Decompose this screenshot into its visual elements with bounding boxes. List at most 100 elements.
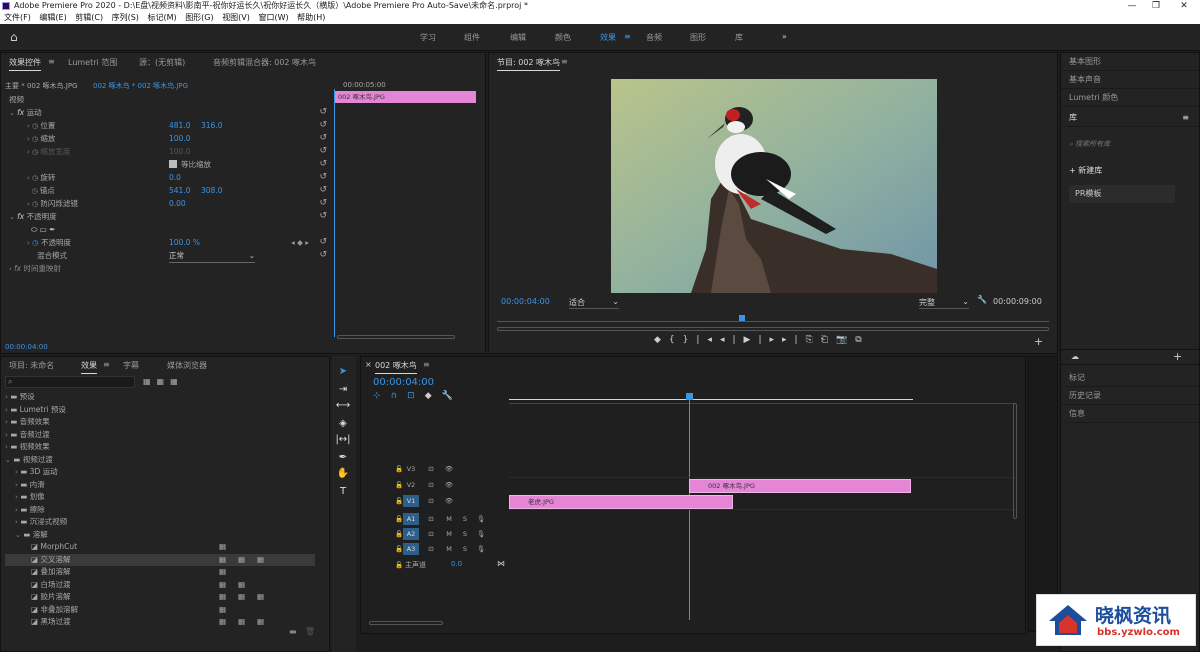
menu-view[interactable]: 视图(V) (222, 13, 250, 22)
tree-dip-white[interactable]: ◪ 白场过渡 ▦ ▦ (5, 579, 315, 591)
ec-playhead[interactable] (334, 89, 335, 337)
position-y-value[interactable]: 316.0 (201, 119, 222, 132)
tab-lumetri-scopes[interactable]: Lumetri 范围 (68, 57, 117, 68)
ec-timecode[interactable]: 00:00:04:00 (5, 343, 48, 351)
anchor-x-value[interactable]: 541.0 (169, 184, 190, 197)
reset-icon[interactable]: ↺ (319, 184, 327, 197)
reset-icon[interactable]: ↺ (319, 171, 327, 184)
ws-effects[interactable]: 效果 (600, 32, 616, 43)
program-menu-icon[interactable]: ≡ (561, 57, 568, 66)
mic-icon[interactable]: 🎙 (473, 528, 489, 540)
ec-clip-bar[interactable]: 002 啄木鸟.JPG (335, 91, 476, 103)
tab-effects[interactable]: 效果 (81, 360, 97, 374)
program-scrollbar[interactable] (497, 327, 1049, 331)
menu-markers[interactable]: 标记(M) (147, 13, 176, 22)
tree-video-transitions[interactable]: ⌄ ▬ 视频过渡 (5, 454, 315, 466)
panel-libraries[interactable]: 库 ≡ (1061, 109, 1199, 127)
solo-button[interactable]: S (457, 513, 473, 525)
mark-out-icon[interactable]: } (683, 335, 697, 345)
tree-wipe[interactable]: › ▬ 擦除 (5, 504, 315, 516)
library-search[interactable]: ⌕ 搜索所有库 (1069, 139, 1193, 153)
menu-graphics[interactable]: 图形(G) (185, 13, 213, 22)
pen-mask-icon[interactable]: ✒ (49, 225, 55, 234)
uniform-scale-checkbox[interactable] (169, 160, 177, 168)
time-remap-row[interactable]: › fx 时间重映射 (9, 262, 331, 275)
quality-select[interactable]: 完整 ⌄ (919, 297, 969, 309)
track-a1-label[interactable]: A1 (403, 513, 419, 525)
program-title[interactable]: 节目: 002 啄木鸟 (497, 57, 561, 71)
mic-icon[interactable]: 🎙 (473, 543, 489, 555)
snap-icon[interactable]: ∩ (391, 391, 408, 401)
ellipse-mask-icon[interactable]: ⬭ (31, 225, 37, 234)
track-v1-label[interactable]: V1 (403, 495, 419, 507)
tree-slide[interactable]: › ▬ 内滑 (5, 479, 315, 491)
panel-markers[interactable]: 标记 (1061, 369, 1199, 387)
tree-3d-motion[interactable]: › ▬ 3D 运动 (5, 466, 315, 478)
sync-icon[interactable]: ⊡ (423, 495, 439, 507)
reset-icon[interactable]: ↺ (319, 197, 327, 210)
ws-color[interactable]: 颜色 (555, 32, 571, 43)
hand-tool-icon[interactable]: ✋ (335, 466, 351, 482)
home-icon[interactable]: ⌂ (10, 30, 18, 44)
timeline-menu-icon[interactable]: ≡ (423, 360, 430, 369)
ws-more-icon[interactable]: » (782, 32, 787, 41)
timeline-v-scrollbar[interactable] (1013, 403, 1017, 519)
eye-icon[interactable]: 👁 (441, 495, 457, 507)
tree-nonadditive-dissolve[interactable]: ◪ 非叠加溶解 ▦ (5, 604, 315, 616)
ws-assembly[interactable]: 组件 (464, 32, 480, 43)
add-marker-icon[interactable]: ◆ (425, 391, 442, 401)
menu-file[interactable]: 文件(F) (4, 13, 31, 22)
razor-tool-icon[interactable]: ◈ (335, 416, 351, 432)
program-playhead[interactable] (739, 315, 745, 321)
cloud-icon[interactable]: ☁ (1071, 352, 1079, 361)
tab-source[interactable]: 源：(无剪辑) (139, 57, 185, 68)
ripple-edit-tool-icon[interactable]: ⟷ (335, 398, 351, 414)
tree-iris[interactable]: › ▬ 划像 (5, 491, 315, 503)
ws-graphics[interactable]: 图形 (690, 32, 706, 43)
scale-value[interactable]: 100.0 (169, 132, 190, 145)
tree-video-effects[interactable]: › ▬ 视频效果 (5, 441, 315, 453)
reset-icon[interactable]: ↺ (319, 119, 327, 132)
mute-button[interactable]: M (441, 543, 457, 555)
step-forward-icon[interactable]: |▸ (758, 335, 782, 345)
flicker-value[interactable]: 0.00 (169, 197, 186, 210)
tree-additive-dissolve[interactable]: ◪ 叠加溶解 ▦ (5, 566, 315, 578)
sync-icon[interactable]: ⊡ (423, 463, 439, 475)
sync-icon[interactable]: ⊡ (423, 479, 439, 491)
overwrite-icon[interactable]: ⎗ (821, 335, 836, 345)
menu-clip[interactable]: 剪辑(C) (75, 13, 103, 22)
ws-editing[interactable]: 编辑 (510, 32, 526, 43)
ws-audio[interactable]: 音频 (646, 32, 662, 43)
solo-button[interactable]: S (457, 528, 473, 540)
effects-search-input[interactable]: ⌕ (5, 376, 135, 388)
blend-mode-select[interactable]: 正常 ⌄ (169, 249, 255, 263)
add-button-icon[interactable]: + (1034, 335, 1043, 348)
delete-icon[interactable]: 🗑 (305, 627, 315, 636)
reset-icon[interactable]: ↺ (319, 132, 327, 145)
mark-in-icon[interactable]: { (669, 335, 683, 345)
reset-icon[interactable]: ↺ (319, 145, 327, 158)
fit-select[interactable]: 适合 ⌄ (569, 297, 619, 309)
marker-icon[interactable]: ◆ (654, 335, 669, 345)
panel-essential-sound[interactable]: 基本声音 (1061, 71, 1199, 89)
tab-audio-mixer[interactable]: 音频剪辑混合器: 002 啄木鸟 (213, 57, 316, 68)
motion-row[interactable]: ⌄ fx 运动 ↺ (9, 106, 331, 119)
tab-project[interactable]: 项目: 未命名 (9, 360, 54, 371)
timeline-playhead-handle[interactable] (686, 393, 693, 400)
track-select-tool-icon[interactable]: ⇥ (335, 382, 351, 398)
eye-icon[interactable]: 👁 (441, 463, 457, 475)
tree-dip-black[interactable]: ◪ 黑场过渡 ▦ ▦ ▦ (5, 616, 315, 628)
tree-lumetri-presets[interactable]: › ▬ Lumetri 预设 (5, 404, 315, 416)
new-library-button[interactable]: + 新建库 (1069, 165, 1102, 176)
panel-essential-graphics[interactable]: 基本图形 (1061, 53, 1199, 71)
eye-icon[interactable]: 👁 (441, 479, 457, 491)
tree-dissolve[interactable]: ⌄ ▬ 溶解 (5, 529, 315, 541)
goto-out-icon[interactable]: ▸| (782, 335, 806, 345)
pen-tool-icon[interactable]: ✒ (335, 450, 351, 466)
selection-tool-icon[interactable]: ➤ (335, 364, 351, 380)
master-clip-label[interactable]: 主要 * 002 啄木鸟.JPG (5, 81, 77, 91)
reset-icon[interactable]: ↺ (319, 249, 327, 262)
timeline-scrollbar[interactable] (369, 621, 443, 625)
new-bin-icon[interactable]: ▬ (289, 627, 297, 636)
play-icon[interactable]: ▶ (744, 335, 759, 345)
